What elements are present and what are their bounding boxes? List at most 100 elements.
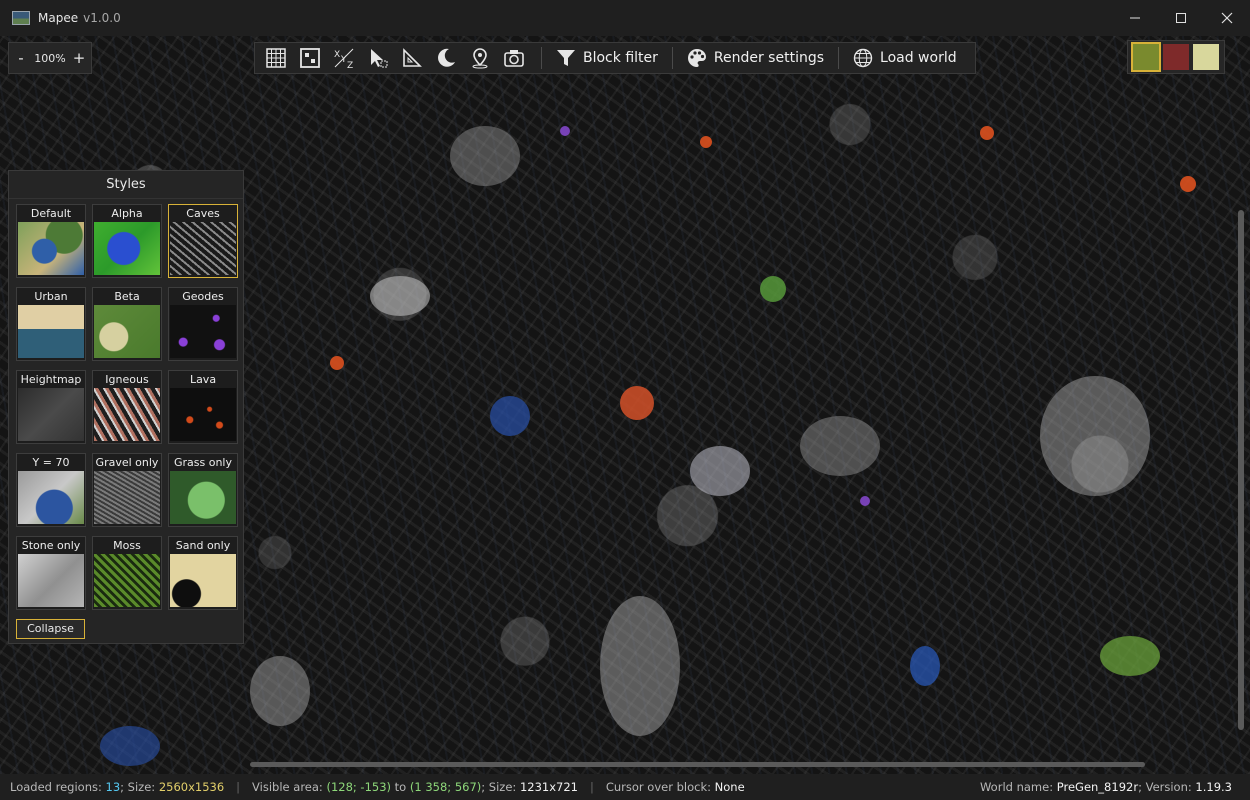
style-card-label: Alpha [111, 207, 143, 220]
style-card-heightmap[interactable]: Heightmap [16, 370, 86, 444]
locate-button[interactable] [465, 44, 495, 72]
zoom-out-button[interactable]: - [13, 49, 29, 67]
style-card-label: Geodes [182, 290, 224, 303]
toolbar: XYZ Block filter Render settings Load wo… [254, 42, 976, 74]
grid-icon [266, 48, 286, 68]
close-button[interactable] [1204, 0, 1250, 36]
style-card-label: Gravel only [95, 456, 159, 469]
loaded-regions-value: 13 [105, 780, 121, 794]
render-settings-button[interactable]: Render settings [681, 44, 830, 72]
style-thumbnail [94, 554, 160, 607]
style-card-label: Heightmap [20, 373, 82, 386]
vertical-scrollbar[interactable] [1238, 210, 1244, 730]
style-thumbnail [18, 388, 84, 441]
night-mode-button[interactable] [431, 44, 461, 72]
style-card-sand-only[interactable]: Sand only [168, 536, 238, 610]
overworld-swatch[interactable] [1131, 42, 1161, 72]
size-value: 2560x1536 [158, 780, 225, 794]
style-thumbnail [18, 554, 84, 607]
style-card-label: Grass only [173, 456, 232, 469]
styles-panel: Styles Default Alpha Caves Urban Beta Ge… [8, 170, 244, 644]
load-world-button[interactable]: Load world [847, 44, 963, 72]
status-divider: | [589, 780, 594, 794]
app-logo-icon [12, 11, 30, 25]
maximize-icon [1176, 13, 1186, 23]
nether-swatch[interactable] [1163, 44, 1189, 70]
cursor-block-label: Cursor over block: [605, 780, 711, 794]
status-divider: | [236, 780, 241, 794]
styles-grid: Default Alpha Caves Urban Beta Geodes He… [16, 204, 238, 610]
end-swatch[interactable] [1193, 44, 1219, 70]
maximize-button[interactable] [1158, 0, 1204, 36]
minimize-button[interactable] [1112, 0, 1158, 36]
style-card-default[interactable]: Default [16, 204, 86, 278]
size-label: ; Size: [120, 780, 156, 794]
filter-icon [557, 50, 575, 66]
block-filter-label: Block filter [583, 50, 658, 66]
toolbar-divider [838, 47, 840, 69]
version-label: ; Version: [1138, 780, 1192, 794]
style-card-geodes[interactable]: Geodes [168, 287, 238, 361]
style-thumbnail [18, 222, 84, 275]
camera-icon [504, 50, 524, 67]
visible-area-from: (128; -153) [326, 780, 392, 794]
style-card-alpha[interactable]: Alpha [92, 204, 162, 278]
select-cursor-icon [371, 49, 388, 68]
style-thumbnail [94, 222, 160, 275]
world-name-label: World name: [979, 780, 1054, 794]
style-card-gravel-only[interactable]: Gravel only [92, 453, 162, 527]
block-filter-button[interactable]: Block filter [550, 44, 664, 72]
style-card-y70[interactable]: Y = 70 [16, 453, 86, 527]
style-card-label: Lava [189, 373, 217, 386]
style-card-grass-only[interactable]: Grass only [168, 453, 238, 527]
style-card-caves[interactable]: Caves [168, 204, 238, 278]
style-card-label: Igneous [105, 373, 149, 386]
style-card-beta[interactable]: Beta [92, 287, 162, 361]
style-thumbnail [170, 305, 236, 358]
style-card-label: Moss [113, 539, 141, 552]
style-card-label: Stone only [21, 539, 81, 552]
style-thumbnail [18, 471, 84, 524]
title-bar: Mapee v1.0.0 [0, 0, 1250, 36]
to-label: to [394, 780, 407, 794]
toolbar-divider [671, 47, 673, 69]
style-thumbnail [170, 222, 236, 275]
style-thumbnail [94, 305, 160, 358]
styles-panel-title: Styles [9, 171, 243, 199]
svg-text:Z: Z [347, 61, 353, 69]
toolbar-divider [541, 47, 542, 69]
style-thumbnail [170, 471, 236, 524]
style-card-lava[interactable]: Lava [168, 370, 238, 444]
style-card-stone-only[interactable]: Stone only [16, 536, 86, 610]
measure-button[interactable] [397, 44, 427, 72]
visible-area-to: (1 358; 567) [409, 780, 482, 794]
style-card-label: Y = 70 [32, 456, 70, 469]
zoom-in-button[interactable]: + [71, 49, 87, 67]
load-world-label: Load world [880, 50, 957, 66]
style-card-moss[interactable]: Moss [92, 536, 162, 610]
horizontal-scrollbar[interactable] [250, 762, 1145, 767]
dimension-selector [1127, 40, 1225, 74]
location-pin-icon [472, 48, 488, 69]
world-info: World name: PreGen_8192r; Version: 1.19.… [980, 774, 1232, 800]
select-tool-button[interactable] [363, 44, 393, 72]
style-thumbnail [94, 471, 160, 524]
ruler-icon [403, 48, 422, 67]
style-card-urban[interactable]: Urban [16, 287, 86, 361]
cursor-block-value: None [714, 780, 745, 794]
close-icon [1221, 12, 1233, 24]
style-card-label: Default [30, 207, 72, 220]
region-grid-button[interactable] [295, 44, 325, 72]
style-thumbnail [170, 388, 236, 441]
coordinates-button[interactable]: XYZ [329, 44, 359, 72]
style-card-label: Beta [114, 290, 140, 303]
style-card-igneous[interactable]: Igneous [92, 370, 162, 444]
visible-area-label: Visible area: [252, 780, 323, 794]
toggle-grid-button[interactable] [261, 44, 291, 72]
app-version: v1.0.0 [83, 11, 121, 25]
zoom-level: 100% [34, 51, 66, 65]
collapse-button[interactable]: Collapse [16, 619, 85, 639]
style-thumbnail [18, 305, 84, 358]
screenshot-button[interactable] [499, 44, 529, 72]
loaded-regions-label: Loaded regions: [10, 780, 102, 794]
